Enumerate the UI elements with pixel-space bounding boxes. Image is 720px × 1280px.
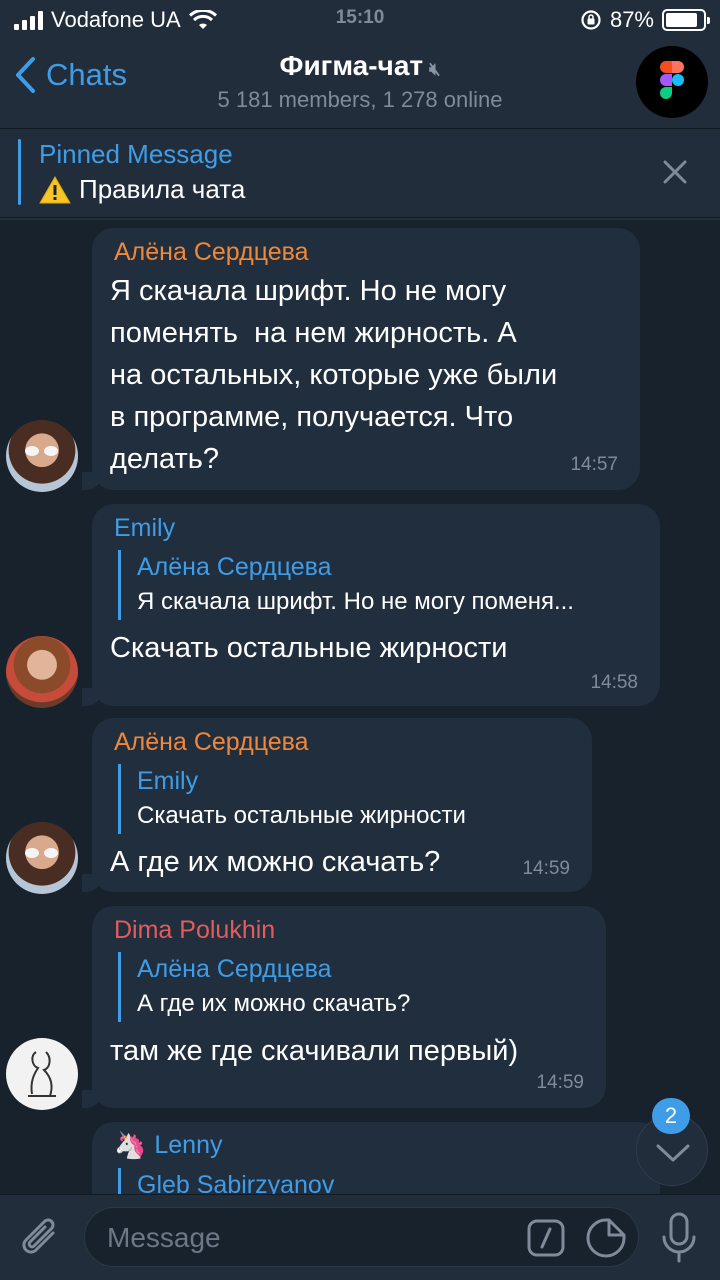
status-bar: Vodafone UA 15:10 87%	[0, 0, 720, 40]
message-sender[interactable]: 🦄 Lenny	[114, 1130, 223, 1161]
reply-preview[interactable]: Алёна Сердцева А где их можно скачать?	[118, 952, 410, 1022]
chat-title[interactable]: Фигма-чат 🔇︎	[0, 50, 720, 82]
pinned-accent-bar	[18, 139, 21, 205]
message-bubble[interactable]: Emily Алёна Сердцева Я скачала шрифт. Но…	[82, 504, 660, 706]
pinned-message[interactable]: Pinned Message Правила чата	[0, 128, 720, 218]
reply-text: А где их можно скачать?	[137, 990, 411, 1017]
battery-icon	[662, 9, 710, 31]
bubble-tail	[82, 688, 102, 706]
sketch-avatar-icon	[28, 1051, 56, 1097]
message-text: Я скачала шрифт. Но не могу поменять на …	[110, 270, 557, 480]
commands-icon[interactable]	[527, 1219, 565, 1257]
bubble-tail	[82, 472, 102, 490]
group-avatar[interactable]	[636, 46, 708, 118]
attach-icon[interactable]	[18, 1213, 64, 1263]
message-bubble[interactable]: Алёна Сердцева Emily Скачать остальные ж…	[82, 718, 592, 892]
message-sender[interactable]: Алёна Сердцева	[114, 728, 309, 757]
chat-title-text: Фигма-чат	[279, 50, 424, 81]
message-input[interactable]: Message	[84, 1207, 639, 1267]
microphone-icon[interactable]	[660, 1211, 698, 1265]
avatar[interactable]	[6, 420, 78, 492]
bubble-tail	[82, 874, 102, 892]
message-line: Я скачала шрифт. Но не могу	[110, 275, 507, 307]
message-line: поменять на нем жирность. А	[110, 317, 517, 349]
reply-text: Скачать остальные жирности	[137, 802, 466, 829]
muted-icon: 🔇︎	[429, 59, 441, 79]
message-time: 14:59	[536, 1072, 584, 1093]
message-text: там же где скачивали первый)	[110, 1035, 519, 1067]
unread-badge: 2	[652, 1098, 690, 1134]
message-bubble[interactable]: Алёна Сердцева Я скачала шрифт. Но не мо…	[82, 228, 640, 490]
battery-fill	[666, 13, 698, 27]
avatar[interactable]	[6, 636, 78, 708]
message-line: на остальных, которые уже были	[110, 359, 558, 391]
bubble-tail	[82, 1090, 102, 1108]
composer-bar: Message	[0, 1194, 720, 1280]
chat-subtitle: 5 181 members, 1 278 online	[217, 87, 503, 112]
avatar[interactable]	[6, 1038, 78, 1110]
message-time: 14:57	[570, 454, 618, 475]
message-time: 14:59	[522, 858, 570, 879]
reply-preview[interactable]: Алёна Сердцева Я скачала шрифт. Но не мо…	[118, 550, 574, 620]
warning-icon	[39, 175, 71, 203]
pinned-text: Правила чата	[79, 174, 246, 204]
reply-sender: Emily	[137, 767, 199, 795]
message-sender[interactable]: Emily	[114, 514, 175, 543]
top-bar: Vodafone UA 15:10 87% Chats Фигма-чат 🔇︎…	[0, 0, 720, 220]
message-text: А где их можно скачать?	[110, 846, 441, 878]
message-sender-name: Lenny	[154, 1131, 223, 1159]
pinned-content: Правила чата	[39, 174, 245, 205]
unicorn-icon: 🦄	[114, 1130, 147, 1160]
orientation-lock-icon	[581, 10, 601, 30]
status-right: 87%	[580, 7, 710, 33]
chat-header: Chats Фигма-чат 🔇︎ 5 181 members, 1 278 o…	[0, 40, 720, 126]
reply-sender: Алёна Сердцева	[137, 553, 332, 581]
message-text: Скачать остальные жирности	[110, 632, 508, 664]
message-sender[interactable]: Dima Polukhin	[114, 916, 275, 945]
avatar[interactable]	[6, 822, 78, 894]
reply-text: Я скачала шрифт. Но не могу поменя...	[137, 588, 574, 615]
pinned-label: Pinned Message	[39, 139, 233, 169]
message-line: в программе, получается. Что	[110, 401, 514, 433]
message-bubble[interactable]: Dima Polukhin Алёна Сердцева А где их мо…	[82, 906, 606, 1108]
reply-sender: Алёна Сердцева	[137, 955, 332, 983]
message-sender[interactable]: Алёна Сердцева	[114, 238, 309, 267]
close-icon[interactable]	[660, 157, 690, 187]
message-time: 14:58	[590, 672, 638, 693]
message-placeholder: Message	[107, 1222, 221, 1253]
message-line: делать?	[110, 443, 220, 475]
battery-percent: 87%	[609, 7, 654, 32]
reply-preview[interactable]: Emily Скачать остальные жирности	[118, 764, 466, 834]
sticker-icon[interactable]	[585, 1217, 627, 1259]
